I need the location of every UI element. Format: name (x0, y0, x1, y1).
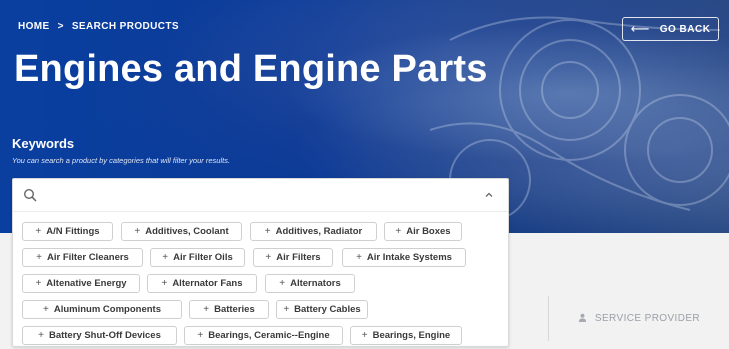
search-icon (23, 188, 37, 202)
category-chip[interactable]: + Altenative Energy (22, 274, 140, 293)
category-chip[interactable]: + Additives, Coolant (121, 222, 242, 241)
breadcrumb: HOME > SEARCH PRODUCTS (18, 21, 179, 32)
chevron-up-icon[interactable] (483, 189, 495, 201)
category-chip[interactable]: + Bearings, Engine (350, 326, 462, 345)
go-back-button[interactable]: ⟵ GO BACK (622, 17, 719, 41)
breadcrumb-separator: > (57, 21, 64, 32)
breadcrumb-current: SEARCH PRODUCTS (71, 21, 179, 32)
breadcrumb-home[interactable]: HOME (18, 21, 50, 32)
category-chip[interactable]: + A/N Fittings (22, 222, 113, 241)
category-chip[interactable]: + Air Filter Cleaners (22, 248, 143, 267)
keywords-hint: You can search a product by categories t… (12, 156, 231, 165)
search-input[interactable] (45, 186, 475, 204)
category-chip[interactable]: + Battery Cables (276, 300, 368, 319)
page-title: Engines and Engine Parts (14, 48, 488, 90)
go-back-label: GO BACK (659, 23, 711, 35)
tab-service-provider[interactable]: SERVICE PROVIDER (548, 296, 729, 341)
category-chip[interactable]: + Aluminum Components (22, 300, 182, 319)
keyword-search-dropdown: + A/N Fittings + Additives, Coolant + Addit… (12, 178, 509, 347)
tab-service-provider-label: SERVICE PROVIDER (594, 313, 701, 324)
search-bar (13, 179, 508, 212)
keywords-label: Keywords (12, 136, 75, 151)
category-chip[interactable]: + Alternator Fans (147, 274, 257, 293)
category-chip[interactable]: + Battery Shut-Off Devices (22, 326, 177, 345)
category-chip[interactable]: + Bearings, Ceramic--Engine (184, 326, 343, 345)
person-icon (578, 313, 587, 324)
category-chip[interactable]: + Air Filter Oils (150, 248, 245, 267)
category-chip[interactable]: + Air Intake Systems (342, 248, 466, 267)
category-chip[interactable]: + Alternators (265, 274, 355, 293)
arrow-left-icon: ⟵ (630, 21, 650, 36)
category-chip[interactable]: + Air Filters (253, 248, 333, 267)
category-chip[interactable]: + Additives, Radiator (250, 222, 377, 241)
category-chip[interactable]: + Air Boxes (384, 222, 462, 241)
category-chip[interactable]: + Batteries (189, 300, 269, 319)
